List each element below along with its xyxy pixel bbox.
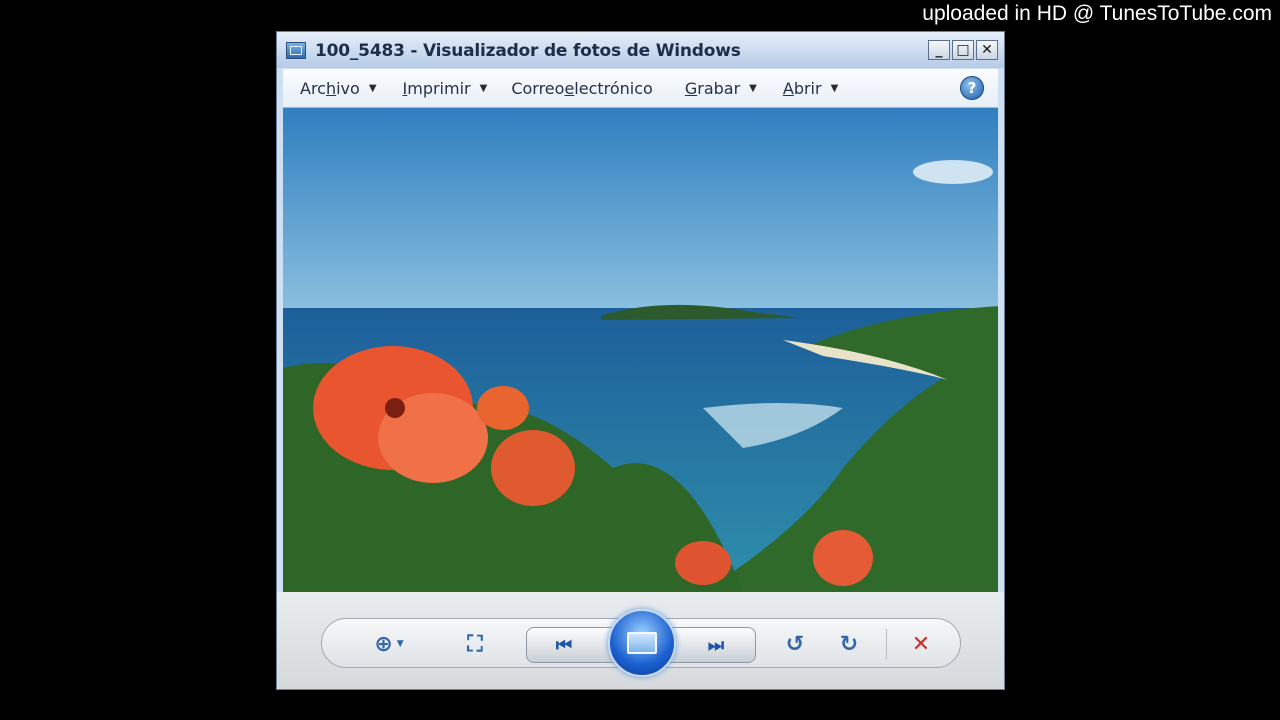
chevron-down-icon: ▼ bbox=[368, 82, 377, 94]
menu-imprimir-label-post: mprimir bbox=[407, 78, 471, 98]
rotate-clockwise-icon: ↻ bbox=[839, 631, 859, 657]
photo-viewer-window: 100_5483 - Visualizador de fotos de Wind… bbox=[276, 31, 1005, 690]
chevron-down-icon: ▼ bbox=[830, 82, 839, 94]
menu-correo-electronico[interactable]: Correo e lectrónico bbox=[511, 79, 653, 98]
chevron-down-icon: ▼ bbox=[749, 82, 757, 94]
menu-imprimir[interactable]: Imprimir ▼ bbox=[403, 79, 488, 98]
minimize-icon: _ bbox=[935, 42, 943, 58]
rotate-counterclockwise-icon: ↺ bbox=[785, 631, 805, 657]
title-bar[interactable]: 100_5483 - Visualizador de fotos de Wind… bbox=[277, 32, 1004, 68]
previous-icon: ⏮ bbox=[555, 634, 573, 656]
slideshow-icon bbox=[627, 632, 657, 654]
menu-abrir-accesskey: A bbox=[782, 78, 794, 98]
menu-archivo-label-post: ivo bbox=[336, 78, 360, 98]
help-icon[interactable]: ? bbox=[960, 76, 984, 100]
window-title: 100_5483 - Visualizador de fotos de Wind… bbox=[315, 41, 741, 61]
minimize-button[interactable]: _ bbox=[928, 40, 950, 60]
menu-abrir[interactable]: Abrir ▼ bbox=[783, 79, 838, 98]
slideshow-button[interactable] bbox=[608, 609, 676, 677]
menu-abrir-label-post: brir bbox=[793, 78, 822, 98]
cloud bbox=[913, 160, 993, 184]
next-icon: ⏭ bbox=[707, 634, 725, 656]
chevron-down-icon: ▼ bbox=[396, 639, 404, 649]
actual-size-button[interactable]: ⛶ bbox=[460, 631, 490, 657]
menu-correo-label-post: lectrónico bbox=[574, 78, 653, 98]
hibiscus-flower bbox=[675, 541, 731, 585]
zoom-button[interactable]: ⊕ ▼ bbox=[366, 631, 412, 657]
rotate-clockwise-button[interactable]: ↻ bbox=[834, 631, 864, 657]
menu-grabar[interactable]: Grabar ▼ bbox=[685, 79, 757, 98]
menu-grabar-label-post: rabar bbox=[697, 78, 741, 98]
rotate-counterclockwise-button[interactable]: ↺ bbox=[780, 631, 810, 657]
sky bbox=[283, 108, 998, 313]
photo-image bbox=[283, 108, 998, 592]
menu-archivo-accesskey: h bbox=[325, 78, 337, 98]
maximize-button[interactable]: □ bbox=[952, 40, 974, 60]
previous-button[interactable]: ⏮ bbox=[549, 633, 579, 657]
next-button[interactable]: ⏭ bbox=[701, 633, 731, 657]
maximize-icon: □ bbox=[956, 42, 970, 58]
photo-display[interactable] bbox=[283, 108, 998, 592]
toolbar-divider bbox=[886, 629, 887, 659]
close-icon: ✕ bbox=[981, 42, 993, 58]
hibiscus-flower bbox=[813, 530, 873, 586]
chevron-down-icon: ▼ bbox=[479, 82, 488, 94]
watermark-text: uploaded in HD @ TunesToTube.com bbox=[922, 2, 1272, 25]
controls-pill: ⊕ ▼ ⛶ ⏮ ⏭ ↺ ↻ ✕ bbox=[321, 609, 961, 677]
close-button[interactable]: ✕ bbox=[976, 40, 998, 60]
menu-bar: Arc h ivo ▼ Imprimir ▼ Correo e lectrónico … bbox=[283, 69, 998, 108]
menu-correo-label-pre: Correo bbox=[511, 78, 565, 98]
zoom-icon: ⊕ bbox=[374, 631, 393, 657]
menu-archivo[interactable]: Arc h ivo ▼ bbox=[300, 79, 377, 98]
delete-icon: ✕ bbox=[911, 631, 931, 657]
window-controls: _ □ ✕ bbox=[928, 40, 998, 60]
menu-archivo-label-pre: Arc bbox=[300, 78, 326, 98]
viewer-toolbar: ⊕ ▼ ⛶ ⏮ ⏭ ↺ ↻ ✕ bbox=[277, 592, 1004, 689]
menu-correo-accesskey: e bbox=[564, 78, 575, 98]
delete-button[interactable]: ✕ bbox=[906, 631, 936, 657]
actual-size-icon: ⛶ bbox=[467, 631, 483, 657]
menu-grabar-accesskey: G bbox=[684, 78, 698, 98]
photo-viewer-app-icon bbox=[286, 42, 306, 59]
